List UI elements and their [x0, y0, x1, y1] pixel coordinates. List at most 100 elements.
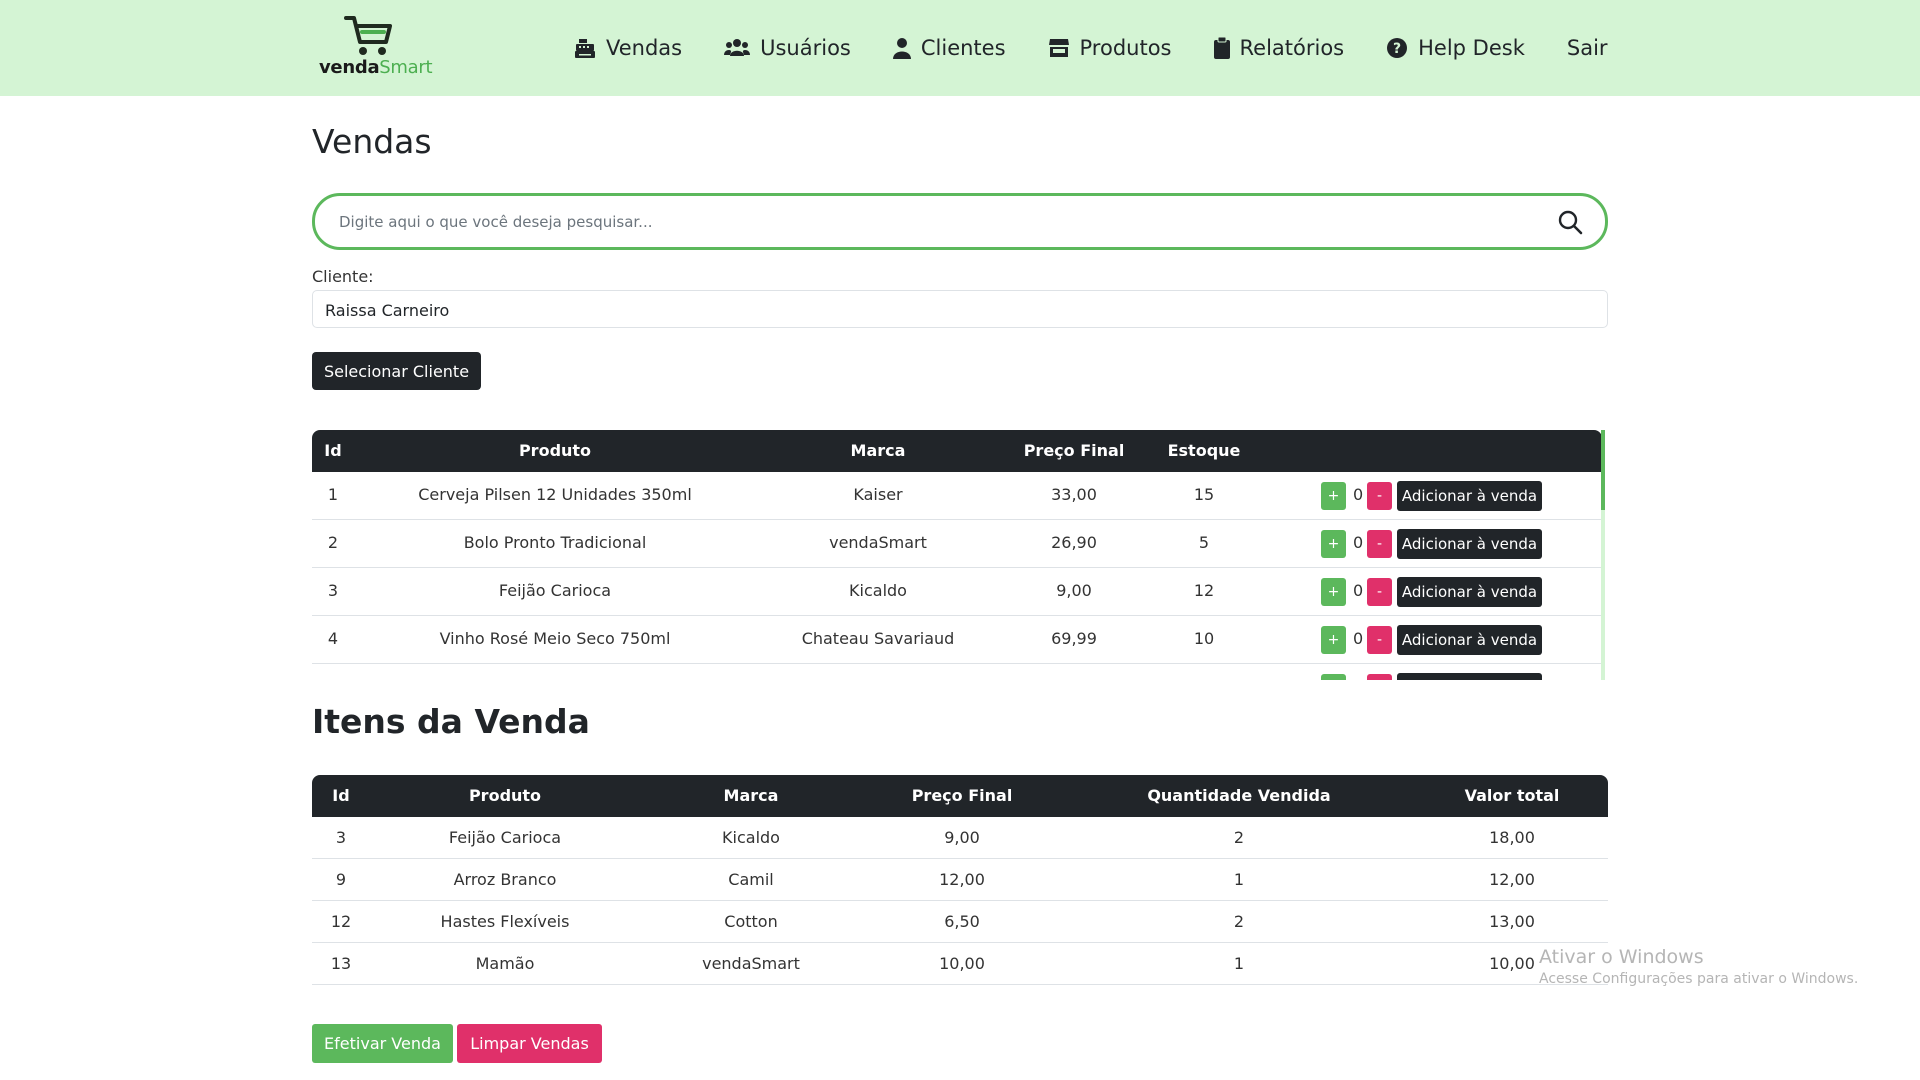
add-to-sale-button[interactable]: Adicionar à venda — [1397, 577, 1542, 607]
nav-relatorios[interactable]: Relatórios — [1213, 30, 1345, 66]
brand-name-part2: Smart — [379, 57, 433, 78]
nav-clientes[interactable]: Clientes — [892, 30, 1006, 66]
add-to-sale-button[interactable]: Adicionar à venda — [1397, 625, 1542, 655]
col-preco: Preço Final — [1023, 441, 1125, 460]
increase-qty-button[interactable]: + — [1321, 626, 1346, 654]
store-icon — [1048, 39, 1069, 57]
cell-id: 2 — [327, 533, 339, 552]
nav-vendas[interactable]: Vendas — [574, 30, 682, 66]
add-to-sale-button[interactable] — [1397, 673, 1542, 680]
cash-register-icon — [575, 39, 595, 58]
cell-preco: 26,90 — [1051, 533, 1097, 552]
cell-id: 1 — [327, 485, 339, 504]
user-icon — [892, 38, 911, 59]
increase-qty-button[interactable]: + — [1321, 530, 1346, 558]
cell-quantidade: 1 — [1233, 870, 1245, 889]
nav-sair[interactable]: Sair — [1567, 30, 1608, 66]
cell-produto: Cerveja Pilsen 12 Unidades 350ml — [418, 485, 692, 504]
cell-marca: Camil — [728, 870, 774, 889]
cell-total: 13,00 — [1489, 912, 1535, 931]
add-to-sale-button[interactable]: Adicionar à venda — [1397, 481, 1542, 511]
nav-usuarios-label: Usuários — [760, 36, 851, 60]
nav-produtos-label: Produtos — [1079, 36, 1172, 60]
brand-name-part1: venda — [319, 57, 380, 78]
cell-id: 4 — [327, 629, 339, 648]
cell-total: 18,00 — [1489, 828, 1535, 847]
nav-clientes-label: Clientes — [920, 36, 1006, 60]
cell-preco: 9,00 — [944, 828, 980, 847]
cell-preco: 33,00 — [1051, 485, 1097, 504]
col-produto: Produto — [468, 786, 542, 805]
qty-value: 0 — [1353, 533, 1364, 552]
search-icon[interactable] — [1557, 209, 1583, 235]
decrease-qty-button[interactable] — [1367, 674, 1392, 680]
select-client-button[interactable]: Selecionar Cliente — [312, 352, 481, 390]
decrease-qty-button[interactable]: - — [1367, 578, 1392, 606]
nav-relatorios-label: Relatórios — [1239, 36, 1345, 60]
cell-estoque: 5 — [1198, 533, 1210, 552]
col-produto: Produto — [518, 441, 592, 460]
cell-id: 3 — [335, 828, 347, 847]
confirm-sale-button[interactable]: Efetivar Venda — [312, 1024, 453, 1063]
cell-marca: Chateau Savariaud — [801, 629, 955, 648]
clipboard-icon — [1213, 37, 1230, 59]
table-row: 1 Cerveja Pilsen 12 Unidades 350ml Kaiser 3… — [312, 472, 1602, 520]
product-table[interactable]: Id Produto Marca Preço Final Estoque 1 Ce… — [312, 430, 1608, 680]
cell-produto: Feijão Carioca — [498, 581, 612, 600]
table-row: 13 Mamão vendaSmart 10,00 1 10,00 — [312, 943, 1608, 985]
increase-qty-button[interactable] — [1321, 674, 1346, 680]
cell-marca: vendaSmart — [829, 533, 927, 552]
windows-activation-watermark: Ativar o Windows Acesse Configurações pa… — [1539, 946, 1858, 987]
cell-produto: Hastes Flexíveis — [440, 912, 570, 931]
cell-produto: Feijão Carioca — [448, 828, 562, 847]
col-marca: Marca — [850, 441, 906, 460]
increase-qty-button[interactable]: + — [1321, 482, 1346, 510]
main-nav: Vendas Usuários Clientes Produtos Relató… — [574, 30, 1608, 66]
table-row: 3 Feijão Carioca Kicaldo 9,00 2 18,00 — [312, 817, 1608, 859]
table-row: 9 Arroz Branco Camil 12,00 1 12,00 — [312, 859, 1608, 901]
clear-sales-button[interactable]: Limpar Vendas — [457, 1024, 602, 1063]
col-id: Id — [332, 786, 350, 805]
brand-logo[interactable]: vendaSmart — [318, 14, 433, 80]
client-input[interactable] — [325, 298, 1525, 322]
decrease-qty-button[interactable]: - — [1367, 530, 1392, 558]
cell-produto: Mamão — [475, 954, 535, 973]
cell-marca: Kaiser — [853, 485, 903, 504]
sale-items-title: Itens da Venda — [312, 702, 590, 741]
col-marca: Marca — [723, 786, 779, 805]
qty-value: 0 — [1353, 581, 1364, 600]
increase-qty-button[interactable]: + — [1321, 578, 1346, 606]
cell-quantidade: 2 — [1233, 912, 1245, 931]
cell-estoque: 15 — [1193, 485, 1215, 504]
page-title: Vendas — [312, 122, 432, 161]
search-bar — [312, 193, 1608, 250]
table-row: 3 Feijão Carioca Kicaldo 9,00 12 +0- Adicionar… — [312, 568, 1602, 616]
sale-items-table: Id Produto Marca Preço Final Quantidade … — [312, 775, 1608, 985]
cell-id: 12 — [330, 912, 352, 931]
col-id: Id — [324, 441, 342, 460]
watermark-title: Ativar o Windows — [1539, 946, 1704, 968]
table-row: 4 Vinho Rosé Meio Seco 750ml Chateau Savar… — [312, 616, 1602, 664]
cell-estoque: 12 — [1193, 581, 1215, 600]
nav-produtos[interactable]: Produtos — [1048, 30, 1172, 66]
cell-quantidade: 1 — [1233, 954, 1245, 973]
decrease-qty-button[interactable]: - — [1367, 482, 1392, 510]
search-input[interactable] — [339, 208, 1519, 236]
sale-items-header: Id Produto Marca Preço Final Quantidade … — [312, 775, 1608, 817]
decrease-qty-button[interactable]: - — [1367, 626, 1392, 654]
product-table-scroll-thumb[interactable] — [1601, 430, 1605, 510]
svg-text:?: ? — [1393, 41, 1401, 57]
nav-helpdesk-label: Help Desk — [1418, 36, 1525, 60]
nav-helpdesk[interactable]: ? Help Desk — [1386, 30, 1525, 66]
table-row-partial — [312, 664, 1602, 680]
client-field — [312, 290, 1608, 328]
nav-usuarios[interactable]: Usuários — [724, 30, 851, 66]
qty-value: 0 — [1353, 485, 1364, 504]
add-to-sale-button[interactable]: Adicionar à venda — [1397, 529, 1542, 559]
cell-id: 13 — [330, 954, 352, 973]
cell-produto: Bolo Pronto Tradicional — [463, 533, 647, 552]
cell-produto: Arroz Branco — [453, 870, 557, 889]
col-preco: Preço Final — [911, 786, 1013, 805]
cell-preco: 69,99 — [1051, 629, 1097, 648]
cell-estoque: 10 — [1193, 629, 1215, 648]
